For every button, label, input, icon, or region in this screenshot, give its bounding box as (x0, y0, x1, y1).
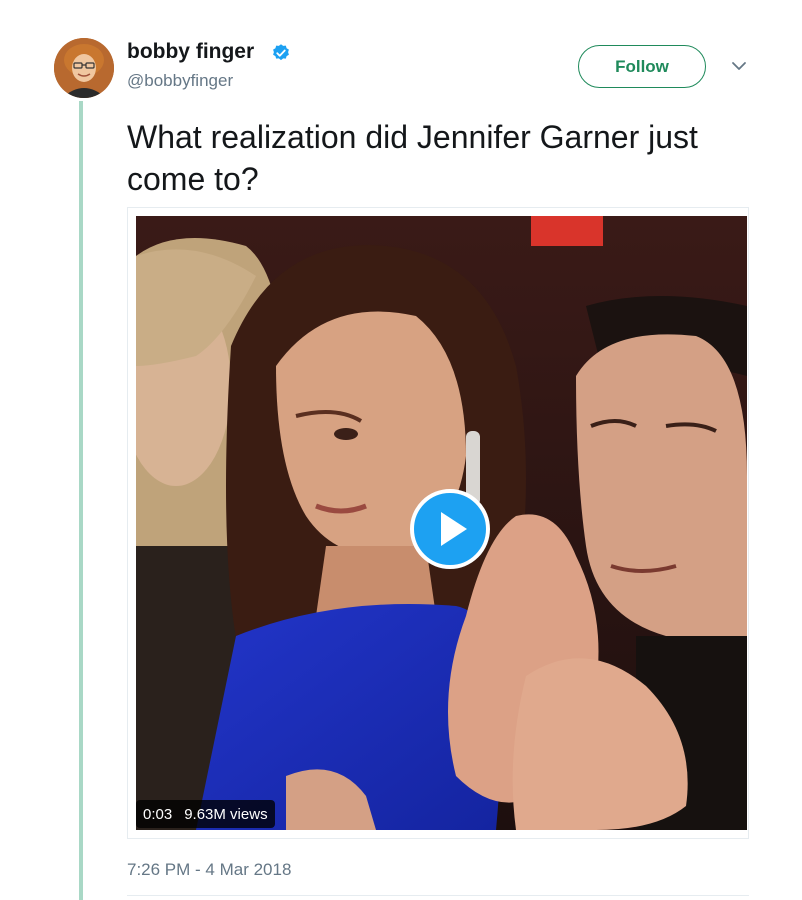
video-info-badge: 0:03 9.63M views (136, 800, 275, 828)
tweet-page: bobby finger @bobbyfinger Follow What re… (0, 0, 802, 900)
author-display-name[interactable]: bobby finger (127, 40, 254, 64)
divider (127, 895, 749, 896)
chevron-down-icon[interactable] (731, 60, 747, 72)
author-handle[interactable]: @bobbyfinger (127, 71, 233, 91)
video-duration: 0:03 (143, 805, 173, 823)
thread-connector-line (79, 101, 83, 900)
tweet-text: What realization did Jennifer Garner jus… (127, 119, 698, 197)
video-view-count: 9.63M views (184, 805, 268, 823)
verified-badge-icon (273, 44, 289, 61)
avatar[interactable] (54, 38, 114, 98)
tweet-timestamp[interactable]: 7:26 PM - 4 Mar 2018 (127, 860, 291, 880)
follow-button[interactable]: Follow (578, 45, 706, 88)
play-icon[interactable] (409, 488, 491, 570)
avatar-photo (54, 38, 114, 98)
